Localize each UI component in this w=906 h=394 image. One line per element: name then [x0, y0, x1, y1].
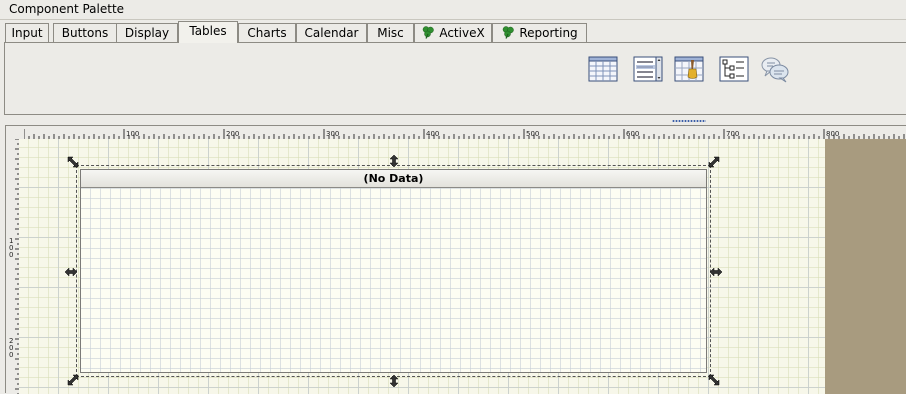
- list-component-icon[interactable]: [633, 55, 663, 83]
- palette-tab-content: [4, 42, 906, 115]
- resize-handle-left-icon[interactable]: [64, 266, 78, 278]
- tab-label: Tables: [189, 24, 227, 38]
- comment-bubbles-icon[interactable]: [760, 55, 790, 83]
- ruler-label: 700: [726, 130, 739, 138]
- ruler-label: 300: [326, 130, 339, 138]
- offcanvas-area: [825, 139, 906, 394]
- clover-icon: [421, 25, 435, 39]
- ruler-label: 100: [126, 130, 139, 138]
- table-component-icon[interactable]: [588, 55, 618, 83]
- ruler-label: 600: [626, 130, 639, 138]
- tab-misc[interactable]: Misc: [367, 23, 414, 42]
- splitter-grip[interactable]: [672, 120, 706, 122]
- resize-handle-bottom-icon[interactable]: [388, 374, 400, 388]
- table-header-label: (No Data): [363, 172, 424, 185]
- tab-charts[interactable]: Charts: [238, 23, 296, 42]
- tab-label: Reporting: [519, 26, 578, 40]
- tab-label: Buttons: [61, 26, 109, 40]
- table-header[interactable]: (No Data): [81, 170, 706, 188]
- component-palette-title: Component Palette: [9, 2, 125, 16]
- resize-handle-right-icon[interactable]: [709, 266, 723, 278]
- tab-display[interactable]: Display: [116, 23, 178, 42]
- tab-activex[interactable]: ActiveX: [414, 23, 492, 42]
- ruler-label: 800: [826, 130, 839, 138]
- tab-tables[interactable]: Tables: [178, 21, 238, 43]
- tab-label: Input: [11, 26, 43, 40]
- ruler-label: 500: [526, 130, 539, 138]
- tree-view-icon[interactable]: [719, 55, 749, 83]
- component-palette-title-bar: Component Palette: [0, 0, 906, 20]
- ruler-label-digit: 0: [9, 351, 13, 359]
- tab-buttons[interactable]: Buttons: [53, 23, 117, 42]
- tab-label: Calendar: [304, 26, 359, 40]
- tab-calendar[interactable]: Calendar: [296, 23, 367, 42]
- resize-handle-bottom-right-icon[interactable]: [708, 374, 720, 386]
- ruler-label: 400: [426, 130, 439, 138]
- clover-icon: [501, 25, 515, 39]
- resize-handle-bottom-left-icon[interactable]: [67, 374, 79, 386]
- tab-reporting[interactable]: Reporting: [492, 23, 587, 42]
- tab-label: ActiveX: [439, 26, 485, 40]
- ruler-label: 200: [226, 130, 239, 138]
- ruler-label-digit: 0: [9, 251, 13, 259]
- tab-label: Misc: [377, 26, 404, 40]
- tab-input[interactable]: Input: [5, 23, 49, 42]
- palette-tab-bar: Input Buttons Display Tables Charts Calendar M…: [0, 20, 906, 43]
- resize-handle-top-icon[interactable]: [388, 154, 400, 168]
- tab-label: Display: [124, 26, 170, 40]
- resize-handle-top-right-icon[interactable]: [708, 156, 720, 168]
- tab-label: Charts: [247, 26, 287, 40]
- horizontal-ruler: 100 200 300 400 500 600 700 800: [24, 129, 905, 139]
- palette-splitter[interactable]: [0, 117, 906, 125]
- table-component[interactable]: (No Data): [80, 169, 707, 373]
- resize-handle-top-left-icon[interactable]: [67, 156, 79, 168]
- table-brush-icon[interactable]: [674, 55, 704, 83]
